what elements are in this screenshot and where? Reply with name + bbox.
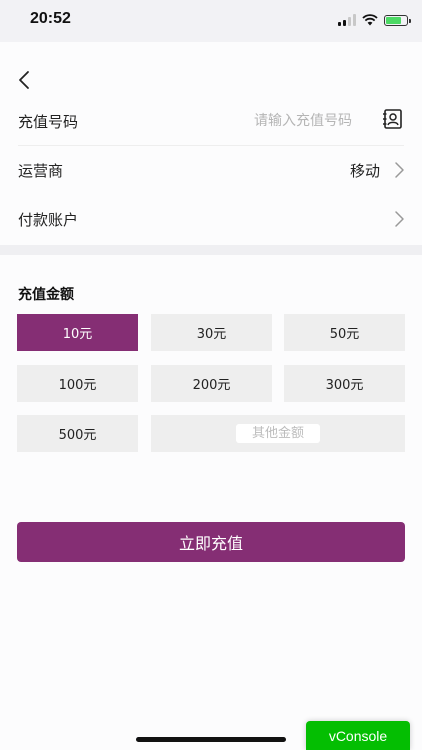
- amount-section-title: 充值金额: [18, 287, 74, 303]
- other-amount-box: [151, 415, 405, 452]
- cellular-signal-icon: [338, 14, 356, 26]
- amount-option-100[interactable]: 100元: [17, 365, 138, 402]
- chevron-right-icon: [395, 162, 404, 178]
- back-chevron-icon[interactable]: [14, 68, 38, 92]
- amount-option-50[interactable]: 50元: [284, 314, 405, 351]
- status-bar: 20:52: [0, 0, 422, 42]
- carrier-row[interactable]: 运营商 移动: [0, 146, 422, 195]
- section-divider: [0, 245, 422, 255]
- wifi-icon: [362, 14, 378, 26]
- amount-option-10[interactable]: 10元: [17, 314, 138, 351]
- amount-option-300[interactable]: 300元: [284, 365, 405, 402]
- status-time: 20:52: [30, 10, 71, 27]
- amount-option-200[interactable]: 200元: [151, 365, 272, 402]
- recharge-page: 充值号码 运营商 移动 付款账户 充值金额 10元 30元 50元 100元 2…: [0, 42, 422, 750]
- vconsole-button[interactable]: vConsole: [306, 721, 410, 750]
- carrier-label: 运营商: [18, 162, 64, 180]
- status-icons: [338, 12, 411, 28]
- home-indicator: [136, 737, 286, 742]
- amount-option-500[interactable]: 500元: [17, 415, 138, 452]
- contact-book-icon[interactable]: [382, 108, 404, 130]
- payment-account-row[interactable]: 付款账户: [0, 195, 422, 244]
- carrier-value: 移动: [349, 162, 380, 180]
- recharge-now-button[interactable]: 立即充值: [17, 522, 405, 562]
- amount-grid: 10元 30元 50元 100元 200元 300元 500元: [17, 314, 405, 454]
- battery-icon: [384, 14, 411, 26]
- amount-option-30[interactable]: 30元: [151, 314, 272, 351]
- other-amount-input[interactable]: [236, 424, 320, 443]
- chevron-right-icon: [395, 211, 404, 227]
- phone-number-label: 充值号码: [18, 113, 79, 131]
- phone-number-input[interactable]: [190, 108, 354, 134]
- phone-number-row: 充值号码: [0, 97, 422, 146]
- payment-account-label: 付款账户: [18, 211, 79, 229]
